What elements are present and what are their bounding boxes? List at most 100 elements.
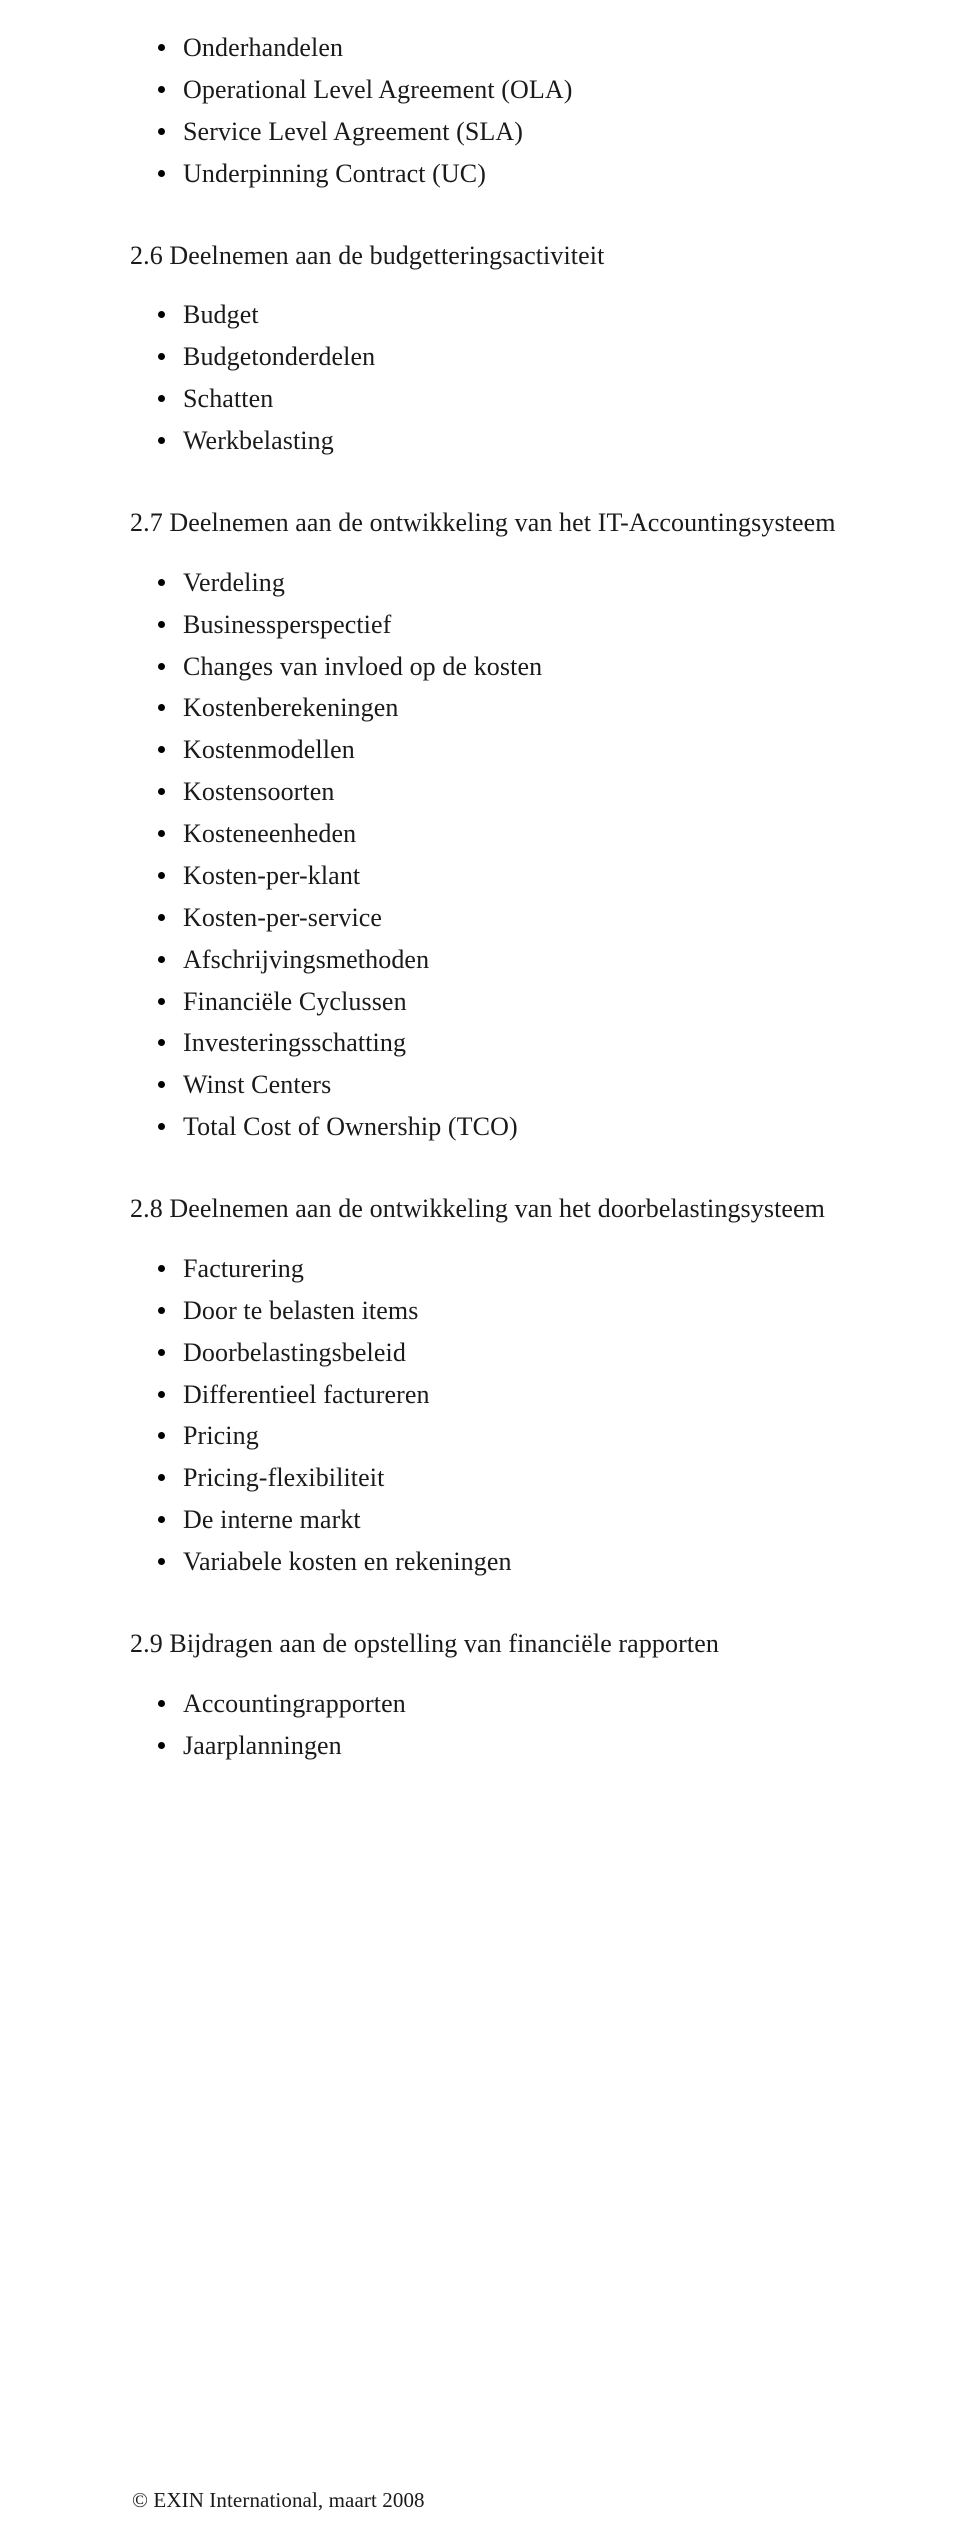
list-item: Pricing (158, 1418, 870, 1454)
footer-text: © EXIN International, maart 2008 (132, 2488, 425, 2513)
list-item-text: Kostenberekeningen (183, 690, 399, 726)
list-item-text: Door te belasten items (183, 1293, 418, 1329)
list-item-text: Facturering (183, 1251, 304, 1287)
list-item: Differentieel factureren (158, 1377, 870, 1413)
list-item-text: Kosten-per-klant (183, 858, 360, 894)
list-item-text: Pricing-flexibiliteit (183, 1460, 384, 1496)
section-bullet-list: BudgetBudgetonderdelenSchattenWerkbelast… (130, 297, 870, 459)
bullet-icon (158, 1558, 165, 1565)
lead_items-text: Underpinning Contract (UC) (183, 156, 486, 192)
list-item-text: Pricing (183, 1418, 259, 1454)
list-item-text: Jaarplanningen (183, 1728, 342, 1764)
list-item: Door te belasten items (158, 1293, 870, 1329)
list-item-text: Kostenmodellen (183, 732, 355, 768)
list-item: Doorbelastingsbeleid (158, 1335, 870, 1371)
section-heading: 2.8 Deelnemen aan de ontwikkeling van he… (130, 1191, 870, 1227)
bullet-icon (158, 1700, 165, 1707)
list-item: Jaarplanningen (158, 1728, 870, 1764)
bullet-icon (158, 746, 165, 753)
list-item-text: Winst Centers (183, 1067, 331, 1103)
bullet-icon (158, 1516, 165, 1523)
section-bullet-list: Verdeling Businessperspectief Changes van … (130, 565, 870, 1145)
bullet-icon (158, 1349, 165, 1356)
bullet-icon (158, 872, 165, 879)
bullet-icon (158, 830, 165, 837)
bullet-icon (158, 1391, 165, 1398)
list-item: Total Cost of Ownership (TCO) (158, 1109, 870, 1145)
list-item: De interne markt (158, 1502, 870, 1538)
bullet-icon (158, 1307, 165, 1314)
section: 2.6 Deelnemen aan de budgetteringsactivi… (130, 238, 870, 459)
list-item-text: Afschrijvingsmethoden (183, 942, 429, 978)
section-heading: 2.6 Deelnemen aan de budgetteringsactivi… (130, 238, 870, 274)
list-item: Kostenberekeningen (158, 690, 870, 726)
bullet-icon (158, 1742, 165, 1749)
list-item-text: Kosten-per-service (183, 900, 382, 936)
list-item-text: Verdeling (183, 565, 285, 601)
bullet-icon (158, 1039, 165, 1046)
lead_items-text: Service Level Agreement (SLA) (183, 114, 523, 150)
section-heading: 2.9 Bijdragen aan de opstelling van fina… (130, 1626, 870, 1662)
bullet-icon (158, 395, 165, 402)
list-item: Kosten-per-klant (158, 858, 870, 894)
bullet-icon (158, 353, 165, 360)
list-item: Facturering (158, 1251, 870, 1287)
list-item-text: De interne markt (183, 1502, 361, 1538)
bullet-icon (158, 579, 165, 586)
bullet-icon (158, 998, 165, 1005)
lead_items-row: Underpinning Contract (UC) (158, 156, 870, 192)
section-bullet-list: Accountingrapporten Jaarplanningen (130, 1686, 870, 1764)
bullet-icon (158, 170, 165, 177)
list-item: Werkbelasting (158, 423, 870, 459)
section-heading: 2.7 Deelnemen aan de ontwikkeling van he… (130, 505, 870, 541)
bullet-icon (158, 1474, 165, 1481)
list-item: Budget (158, 297, 870, 333)
bullet-icon (158, 128, 165, 135)
list-item-text: Doorbelastingsbeleid (183, 1335, 406, 1371)
bullet-icon (158, 44, 165, 51)
document-page: Onderhandelen Operational Level Agreement… (0, 0, 960, 2543)
list-item-text: Kostensoorten (183, 774, 335, 810)
list-item-text: Investeringsschatting (183, 1025, 406, 1061)
list-item-text: Budget (183, 297, 259, 333)
list-item-text: Budgetonderdelen (183, 339, 375, 375)
list-item-text: Financiële Cyclussen (183, 984, 407, 1020)
list-item: Kostensoorten (158, 774, 870, 810)
section-bullet-list: Facturering Door te belasten items Doorbel… (130, 1251, 870, 1580)
bullet-icon (158, 1432, 165, 1439)
lead_items-row: Service Level Agreement (SLA) (158, 114, 870, 150)
list-item: Verdeling (158, 565, 870, 601)
list-item: Kosteneenheden (158, 816, 870, 852)
bullet-icon (158, 1081, 165, 1088)
list-item: Variabele kosten en rekeningen (158, 1544, 870, 1580)
section: 2.7 Deelnemen aan de ontwikkeling van he… (130, 505, 870, 1145)
bullet-icon (158, 956, 165, 963)
list-item-text: Variabele kosten en rekeningen (183, 1544, 512, 1580)
list-item: Businessperspectief (158, 607, 870, 643)
lead_items-row: Onderhandelen (158, 30, 870, 66)
lead_items-text: Operational Level Agreement (OLA) (183, 72, 573, 108)
list-item: Afschrijvingsmethoden (158, 942, 870, 978)
list-item-text: Changes van invloed op de kosten (183, 649, 542, 685)
bullet-icon (158, 663, 165, 670)
lead_items-text: Onderhandelen (183, 30, 343, 66)
section: 2.9 Bijdragen aan de opstelling van fina… (130, 1626, 870, 1764)
bullet-icon (158, 621, 165, 628)
bullet-icon (158, 437, 165, 444)
bullet-icon (158, 1123, 165, 1130)
lead_items-row: Operational Level Agreement (OLA) (158, 72, 870, 108)
list-item-text: Accountingrapporten (183, 1686, 406, 1722)
list-item-text: Total Cost of Ownership (TCO) (183, 1109, 518, 1145)
list-item: Budgetonderdelen (158, 339, 870, 375)
list-item: Winst Centers (158, 1067, 870, 1103)
list-item-text: Differentieel factureren (183, 1377, 430, 1413)
bullet-icon (158, 1265, 165, 1272)
list-item-text: Werkbelasting (183, 423, 334, 459)
bullet-icon (158, 788, 165, 795)
lead-bullet-list: Onderhandelen Operational Level Agreement… (130, 30, 870, 192)
bullet-icon (158, 704, 165, 711)
bullet-icon (158, 914, 165, 921)
bullet-icon (158, 311, 165, 318)
list-item: Accountingrapporten (158, 1686, 870, 1722)
list-item: Kostenmodellen (158, 732, 870, 768)
